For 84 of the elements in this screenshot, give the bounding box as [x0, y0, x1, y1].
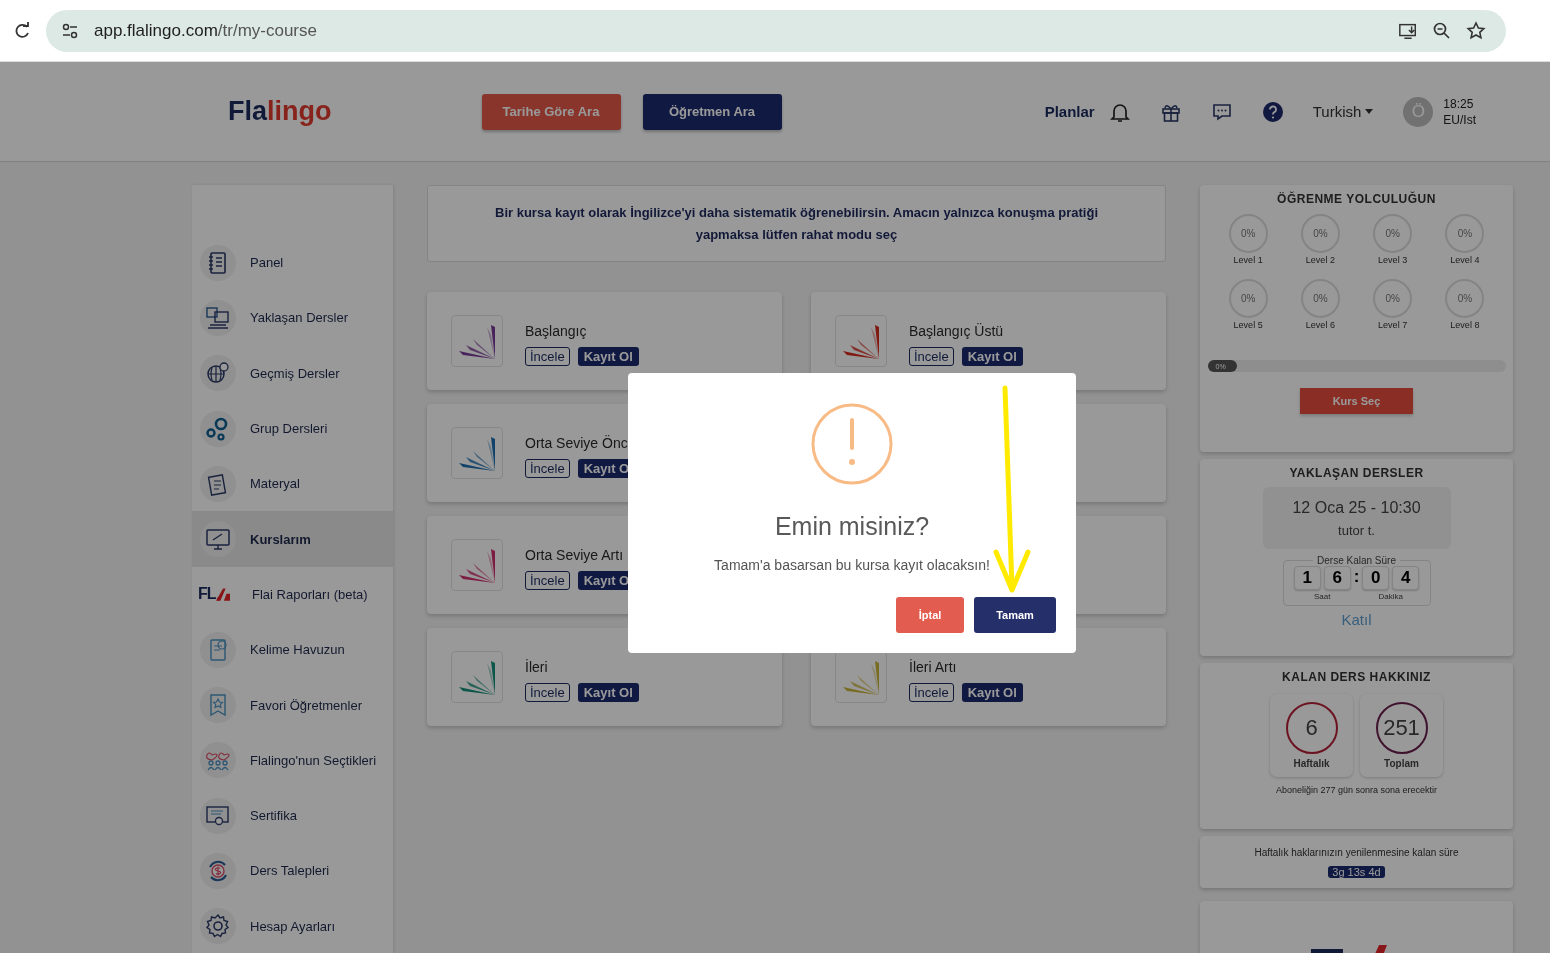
plans-link[interactable]: Planlar	[1044, 103, 1095, 120]
sidebar-item[interactable]: Favori Öğretmenler	[192, 677, 393, 733]
card-title: YAKLAŞAN DERSLER	[1289, 466, 1424, 480]
subscription-note: Aboneliğin 277 gün sonra sona erecektir	[1275, 785, 1438, 795]
enroll-button[interactable]: Kayıt Ol	[577, 682, 639, 702]
stat-label: Haftalık	[1293, 758, 1330, 769]
sidebar-item[interactable]: Yaklaşan Dersler	[192, 290, 393, 346]
level-label: Level 6	[1305, 320, 1335, 330]
flai-logo: FL	[198, 585, 238, 604]
renewal-text: Haftalık haklarınızın yenilenmesine kalan süre	[1254, 846, 1459, 858]
cancel-button[interactable]: İptal	[896, 597, 964, 633]
course-title: Orta Seviye Artı	[525, 546, 625, 563]
dialog-message: Tamam'a basarsan bu kursa kayıt olacaksın!	[714, 557, 990, 573]
review-button[interactable]: İncele	[525, 570, 570, 590]
level-label: Level 3	[1378, 255, 1408, 265]
star-icon[interactable]	[1466, 20, 1486, 41]
level-progress-ring: 0%	[1373, 279, 1413, 318]
level-label: Level 8	[1450, 320, 1480, 330]
enroll-button[interactable]: Kayıt Ol	[961, 346, 1023, 366]
sidebar-item[interactable]: Ders Talepleri	[192, 843, 393, 899]
card-title: ÖĞRENME YOLCULUĞUN	[1277, 192, 1436, 206]
course-title: İleri Artı	[909, 658, 958, 675]
level-label: Level 1	[1233, 255, 1263, 265]
countdown-digit: 0	[1362, 566, 1390, 590]
sidebar-item[interactable]: Sertifika	[192, 787, 393, 844]
stat-ring: 6	[1285, 702, 1338, 754]
enroll-button[interactable]: Kayıt Ol	[577, 346, 639, 366]
level-progress-ring: 0%	[1445, 279, 1485, 318]
review-button[interactable]: İncele	[909, 346, 954, 366]
level-progress-ring: 0%	[1228, 279, 1268, 318]
countdown-digit: 1	[1293, 566, 1321, 590]
countdown-digit: 6	[1323, 566, 1351, 590]
course-title: Başlangıç Üstü	[909, 322, 1005, 339]
sidebar-item[interactable]: Panel	[192, 235, 393, 291]
dialog-title: Emin misiniz?	[774, 512, 930, 541]
review-button[interactable]: İncele	[909, 682, 954, 702]
enroll-button[interactable]: Kayıt Ol	[961, 682, 1023, 702]
level-progress-ring: 0%	[1373, 214, 1413, 253]
level-progress-ring: 0%	[1445, 214, 1485, 253]
sidebar-item[interactable]: Materyal	[192, 456, 393, 512]
level-label: Level 4	[1450, 255, 1480, 265]
sidebar-item[interactable]: Flalingo'nun Seçtikleri	[192, 732, 393, 788]
clock-time: 18:25	[1443, 95, 1475, 112]
sidebar-item[interactable]: Grup Dersleri	[192, 400, 393, 457]
course-title: Başlangıç	[525, 322, 588, 339]
review-button[interactable]: İncele	[525, 346, 570, 366]
review-button[interactable]: İncele	[525, 458, 570, 478]
sidebar-item[interactable]: Kurslarım	[192, 511, 393, 567]
caret-icon	[1365, 109, 1374, 114]
timezone-text: EU/Ist	[1443, 111, 1476, 128]
flalingo-logo[interactable]: Flalingo	[228, 96, 332, 127]
card-title: KALAN DERS HAKKINIZ	[1282, 670, 1431, 684]
level-progress-ring: 0%	[1300, 214, 1340, 253]
countdown-digit: 4	[1392, 566, 1420, 590]
level-label: Level 7	[1378, 320, 1408, 330]
info-notice: Bir kursa kayıt olarak İngilizce'yi daha sistematik öğrenebilirsin. Amacın yalnızca konuşma pratiği yapmaksa lütfen rahat modu seç	[427, 185, 1166, 262]
sidebar-item[interactable]: Kelime Havuzun	[192, 622, 393, 678]
hours-label: Saat	[1313, 592, 1331, 601]
teacher-search-button[interactable]: Öğretmen Ara	[642, 93, 782, 130]
language-dropdown[interactable]: Turkish	[1312, 103, 1374, 120]
level-progress-ring: 0%	[1228, 214, 1268, 253]
time-left-badge: 3g 13s 4d	[1328, 865, 1385, 878]
time-separator: :	[1353, 566, 1360, 588]
url-text[interactable]: app.flalingo.com/tr/my-course	[94, 20, 317, 41]
tutor-name: tutor t.	[1338, 522, 1375, 538]
level-progress-ring: 0%	[1300, 279, 1340, 318]
course-title: İleri	[525, 658, 549, 675]
sidebar-item[interactable]: Hesap Ayarları	[192, 898, 393, 953]
stat-label: Toplam	[1384, 758, 1419, 769]
sidebar-item[interactable]: FL Flai Raporları (beta)	[192, 566, 393, 623]
review-button[interactable]: İncele	[525, 682, 570, 702]
minutes-label: Dakika	[1378, 592, 1404, 601]
countdown-legend: Derse Kalan Süre	[1313, 555, 1400, 566]
confirm-button[interactable]: Tamam	[974, 597, 1056, 633]
lesson-date: 12 Oca 25 - 10:30	[1292, 498, 1421, 517]
warning-icon	[810, 402, 894, 486]
address-bar[interactable]: app.flalingo.com/tr/my-course	[46, 9, 1506, 52]
course-title: Orta Seviye Önc	[525, 434, 629, 451]
help-icon[interactable]	[1261, 100, 1284, 123]
zoom-icon[interactable]	[1432, 20, 1452, 41]
sidebar-item[interactable]: Geçmiş Dersler	[192, 345, 393, 401]
level-label: Level 5	[1233, 320, 1263, 330]
level-label: Level 2	[1305, 255, 1335, 265]
stat-ring: 251	[1375, 702, 1428, 754]
